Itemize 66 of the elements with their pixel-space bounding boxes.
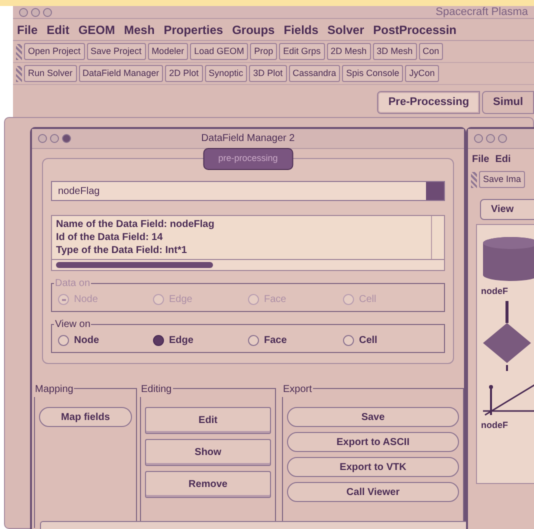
scrollbar-thumb[interactable] xyxy=(56,262,213,268)
group-label: Mapping xyxy=(34,382,74,397)
toolbar-button[interactable]: Load GEOM xyxy=(190,43,248,60)
menu-item[interactable]: Mesh xyxy=(124,20,155,38)
group-label: Export xyxy=(282,382,313,397)
toolbar-button[interactable]: Prop xyxy=(250,43,278,60)
menu-item[interactable]: Edit xyxy=(46,20,70,38)
tab[interactable]: Simul xyxy=(482,91,534,114)
info-line: Id of the Data Field: 14 xyxy=(56,231,164,244)
toolbar-button[interactable]: Con xyxy=(418,43,444,60)
toolbar-button[interactable]: Open Project xyxy=(24,43,85,60)
tab[interactable]: View xyxy=(480,199,534,220)
menu-item[interactable]: Groups xyxy=(232,20,275,38)
radio-button[interactable] xyxy=(58,335,69,346)
group-label: Editing xyxy=(140,382,173,397)
window-title: DataField Manager 2 xyxy=(201,132,295,146)
field-dropdown[interactable]: nodeFlag xyxy=(51,181,445,201)
toolbar-grip[interactable] xyxy=(16,44,22,60)
menu-item[interactable]: GEOM xyxy=(78,20,116,38)
menu-item[interactable]: Solver xyxy=(327,20,364,38)
radio-label: Cell xyxy=(359,334,378,348)
radio-label: Edge xyxy=(169,334,194,348)
menu-item[interactable]: Edi xyxy=(495,152,511,167)
toolbar-button[interactable]: Save Project xyxy=(86,43,146,60)
action-button[interactable]: Call Viewer xyxy=(287,482,459,502)
database-icon xyxy=(481,235,534,283)
action-button[interactable]: Map fields xyxy=(39,407,132,427)
toolbar-button[interactable]: DataField Manager xyxy=(78,65,164,82)
axes-icon xyxy=(481,364,534,416)
menu-item[interactable]: Properties xyxy=(164,20,224,38)
toolbar-button[interactable]: Modeler xyxy=(148,43,188,60)
toolbar-button[interactable]: Synoptic xyxy=(204,65,248,82)
toolbar-button[interactable]: JyCon xyxy=(405,65,439,82)
radio-label: Face xyxy=(264,334,287,348)
toolbar-grip[interactable] xyxy=(471,172,477,188)
info-line: Name of the Data Field: nodeFlag xyxy=(56,218,216,231)
menu-item[interactable]: PostProcessin xyxy=(373,20,456,38)
menu-item[interactable]: Fields xyxy=(284,20,318,38)
action-button[interactable]: Export to ASCII xyxy=(287,432,459,452)
toolbar-button[interactable]: Run Solver xyxy=(24,65,77,82)
info-line: Type of the Data Field: Int*1 xyxy=(56,244,188,257)
menu-item[interactable]: File xyxy=(17,20,38,38)
radio-button[interactable] xyxy=(153,335,164,346)
toolbar-button[interactable]: 2D Mesh xyxy=(326,43,371,60)
action-button[interactable]: Show xyxy=(145,439,271,466)
toolbar-button[interactable]: 3D Plot xyxy=(249,65,287,82)
radio-button[interactable] xyxy=(343,335,354,346)
node-label: nodeF xyxy=(481,418,509,432)
node-label: nodeF xyxy=(481,285,509,298)
radio-button[interactable] xyxy=(248,335,259,346)
menu-item[interactable]: File xyxy=(472,152,490,167)
tab[interactable]: Pre-Processing xyxy=(377,91,480,114)
toolbar-button[interactable]: Cassandra xyxy=(288,65,340,82)
window-title: Spacecraft Plasma xyxy=(436,4,528,20)
action-button[interactable]: Export to VTK xyxy=(287,457,459,477)
toolbar-button[interactable]: Edit Grps xyxy=(279,43,325,60)
action-button[interactable]: Edit xyxy=(145,407,271,434)
action-button[interactable]: Remove xyxy=(145,471,271,498)
horizontal-scrollbar[interactable] xyxy=(51,260,445,271)
radio-label: Node xyxy=(74,334,99,348)
toolbar-button[interactable]: 2D Plot xyxy=(165,65,203,82)
toolbar-grip[interactable] xyxy=(16,66,22,82)
toolbar-button[interactable]: Spis Console xyxy=(342,65,404,82)
toolbar-button[interactable]: Save Ima xyxy=(479,171,526,188)
toolbar-button[interactable]: 3D Mesh xyxy=(372,43,417,60)
action-button[interactable]: Save xyxy=(287,407,459,427)
